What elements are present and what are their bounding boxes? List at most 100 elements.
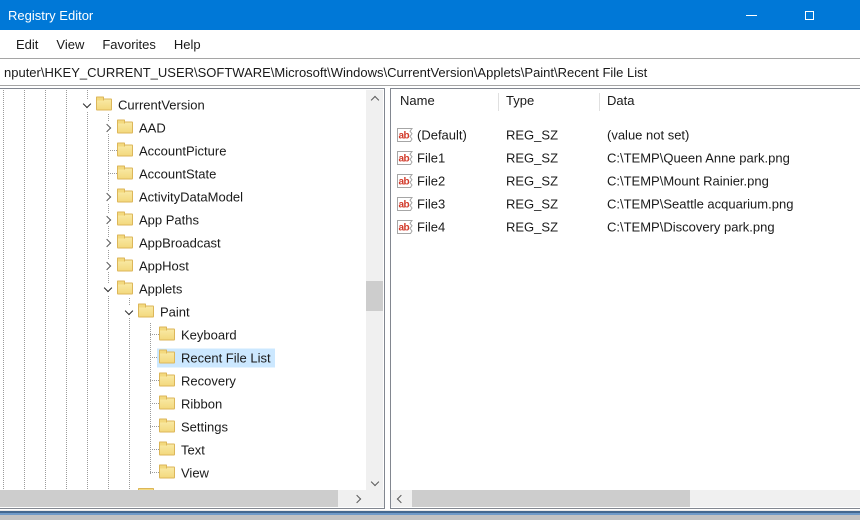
list-hscroll-thumb[interactable] <box>412 490 690 507</box>
tree-item-body[interactable]: Paint <box>136 302 194 321</box>
tree-item-accountstate[interactable]: AccountState <box>0 162 366 185</box>
tree-item-apphost[interactable]: AppHost <box>0 254 366 277</box>
tree-item-body[interactable]: AppBroadcast <box>115 233 225 252</box>
tree-item-body[interactable]: App Paths <box>115 210 203 229</box>
folder-icon <box>117 257 133 272</box>
tree-item-recent-file-list[interactable]: Recent File List <box>0 346 366 369</box>
tree-item-body[interactable]: AppHost <box>115 256 193 275</box>
folder-icon <box>96 96 112 111</box>
reg-sz-string-icon: ab <box>397 150 413 165</box>
tree-item-body[interactable]: ActivityDataModel <box>115 187 247 206</box>
chevron-down-icon[interactable] <box>81 98 93 111</box>
tree-item-app-paths[interactable]: App Paths <box>0 208 366 231</box>
tree-item-body[interactable]: AAD <box>115 118 170 137</box>
desktop-strip <box>0 515 860 520</box>
value-type: REG_SZ <box>506 127 559 142</box>
address-bar[interactable]: nputer\HKEY_CURRENT_USER\SOFTWARE\Micros… <box>0 58 860 86</box>
tree-item-aad[interactable]: AAD <box>0 116 366 139</box>
registry-tree: CurrentVersion AAD AccountPicture AccountSt… <box>0 90 366 492</box>
folder-icon <box>159 418 175 433</box>
tree-item-settings[interactable]: Settings <box>0 415 366 438</box>
chevron-down-icon[interactable] <box>102 282 114 295</box>
svg-text:ab: ab <box>399 130 410 141</box>
value-data: C:\TEMP\Mount Rainier.png <box>607 173 769 188</box>
tree-horizontal-scrollbar[interactable] <box>0 490 384 507</box>
column-header-type[interactable]: Type <box>506 93 534 108</box>
scroll-up-icon[interactable] <box>366 90 383 107</box>
chevron-right-icon[interactable] <box>102 121 114 134</box>
tree-item-keyboard[interactable]: Keyboard <box>0 323 366 346</box>
tree-vscroll-thumb[interactable] <box>366 281 383 311</box>
tree-item-view[interactable]: View <box>0 461 366 484</box>
value-row-file2[interactable]: ab File2 REG_SZ C:\TEMP\Mount Rainier.png <box>391 169 860 192</box>
list-horizontal-scrollbar[interactable] <box>391 490 860 507</box>
value-name: File1 <box>417 150 446 165</box>
menu-help[interactable]: Help <box>165 30 210 58</box>
tree-item-body[interactable]: Applets <box>115 279 186 298</box>
menubar: Edit View Favorites Help <box>0 30 860 58</box>
chevron-right-icon[interactable] <box>102 190 114 203</box>
maximize-button[interactable] <box>780 0 838 30</box>
tree-item-body[interactable]: Keyboard <box>157 325 241 344</box>
tree-item-body[interactable]: CurrentVersion <box>94 95 209 114</box>
value-data: (value not set) <box>607 127 690 142</box>
tree-item-label: AppBroadcast <box>139 235 221 250</box>
reg-sz-string-icon: ab <box>397 173 413 188</box>
titlebar[interactable]: Registry Editor <box>0 0 860 30</box>
chevron-right-icon[interactable] <box>102 259 114 272</box>
menu-favorites[interactable]: Favorites <box>93 30 164 58</box>
scroll-right-icon[interactable] <box>350 490 367 507</box>
tree-item-label: View <box>181 465 209 480</box>
tree-item-activitydatamodel[interactable]: ActivityDataModel <box>0 185 366 208</box>
value-row-default[interactable]: ab (Default) REG_SZ (value not set) <box>391 123 860 146</box>
chevron-right-icon[interactable] <box>102 213 114 226</box>
chevron-down-icon[interactable] <box>123 305 135 318</box>
scroll-left-icon[interactable] <box>391 490 408 507</box>
menu-view[interactable]: View <box>47 30 93 58</box>
column-header-name[interactable]: Name <box>400 93 435 108</box>
folder-icon <box>117 280 133 295</box>
tree-item-body[interactable]: Text <box>157 440 209 459</box>
column-header-data[interactable]: Data <box>607 93 634 108</box>
tree-vertical-scrollbar[interactable] <box>366 90 383 492</box>
value-row-file3[interactable]: ab File3 REG_SZ C:\TEMP\Seattle acquarium.… <box>391 192 860 215</box>
tree-item-label: Recent File List <box>181 350 271 365</box>
folder-icon <box>159 372 175 387</box>
tree-item-label: AccountPicture <box>139 143 227 158</box>
tree-item-appbroadcast[interactable]: AppBroadcast <box>0 231 366 254</box>
value-list: ab (Default) REG_SZ (value not set) ab Fil… <box>391 123 860 491</box>
registry-editor-window: Registry Editor Edit View Favorites Help np… <box>0 0 860 520</box>
address-path: nputer\HKEY_CURRENT_USER\SOFTWARE\Micros… <box>4 64 648 80</box>
tree-item-body[interactable]: View <box>157 463 213 482</box>
tree-item-text[interactable]: Text <box>0 438 366 461</box>
tree-item-recovery[interactable]: Recovery <box>0 369 366 392</box>
value-type: REG_SZ <box>506 219 559 234</box>
value-row-file4[interactable]: ab File4 REG_SZ C:\TEMP\Discovery park.png <box>391 215 860 238</box>
tree-item-accountpicture[interactable]: AccountPicture <box>0 139 366 162</box>
list-header: Name Type Data <box>391 89 860 113</box>
tree-item-body[interactable]: Recent File List <box>157 348 275 367</box>
tree-item-body[interactable]: Ribbon <box>157 394 226 413</box>
tree-item-ribbon[interactable]: Ribbon <box>0 392 366 415</box>
tree-item-body[interactable]: AccountPicture <box>115 141 230 160</box>
menu-edit[interactable]: Edit <box>7 30 47 58</box>
tree-item-applets[interactable]: Applets <box>0 277 366 300</box>
chevron-right-icon[interactable] <box>102 236 114 249</box>
tree-item-body[interactable]: Settings <box>157 417 232 436</box>
folder-icon <box>117 211 133 226</box>
tree-item-label: Settings <box>181 419 228 434</box>
svg-text:ab: ab <box>399 153 410 164</box>
tree-hscroll-thumb[interactable] <box>0 490 338 507</box>
svg-text:ab: ab <box>399 199 410 210</box>
tree-item-label: Paint <box>160 304 190 319</box>
minimize-button[interactable] <box>722 0 780 30</box>
tree-item-currentversion[interactable]: CurrentVersion <box>0 93 366 116</box>
window-title: Registry Editor <box>8 7 94 23</box>
tree-item-body[interactable]: Recovery <box>157 371 240 390</box>
tree-item-body[interactable]: AccountState <box>115 164 220 183</box>
tree-item-label: AppHost <box>139 258 189 273</box>
value-row-file1[interactable]: ab File1 REG_SZ C:\TEMP\Queen Anne park.pn… <box>391 146 860 169</box>
tree-item-label: App Paths <box>139 212 199 227</box>
tree-item-paint[interactable]: Paint <box>0 300 366 323</box>
close-button[interactable] <box>838 0 860 30</box>
